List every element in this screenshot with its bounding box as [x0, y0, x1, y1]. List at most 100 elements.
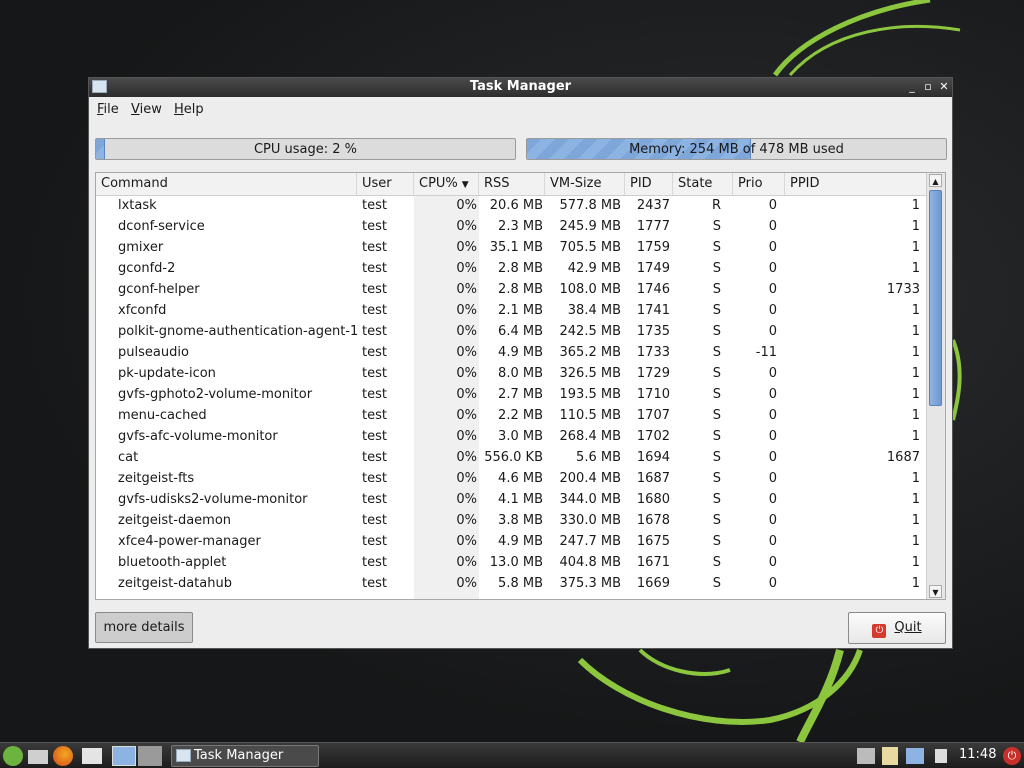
process-rows: lxtask test 0% 20.6 MB 577.8 MB 2437 R 0 1 dconf-… [96, 195, 928, 594]
cell-rss: 5.8 MB [498, 576, 543, 591]
clock[interactable]: 11:48 [959, 747, 996, 762]
table-row[interactable]: gconf-helper test 0% 2.8 MB 108.0 MB 1746 S 0 17… [96, 279, 928, 300]
menu-icon[interactable] [3, 746, 23, 766]
table-row[interactable]: pk-update-icon test 0% 8.0 MB 326.5 MB 1729 S 0… [96, 363, 928, 384]
table-row[interactable]: dconf-service test 0% 2.3 MB 245.9 MB 1777 S 0 1 [96, 216, 928, 237]
cell-state: S [712, 240, 721, 255]
table-row[interactable]: xfconfd test 0% 2.1 MB 38.4 MB 1741 S 0 1 [96, 300, 928, 321]
table-row[interactable]: gvfs-udisks2-volume-monitor test 0% 4.1 MB 3… [96, 489, 928, 510]
cell-cpu: 0% [456, 576, 477, 591]
table-row[interactable]: gconfd-2 test 0% 2.8 MB 42.9 MB 1749 S 0 1 [96, 258, 928, 279]
column-pid[interactable]: PID [625, 173, 673, 195]
table-row[interactable]: bluetooth-applet test 0% 13.0 MB 404.8 MB 167… [96, 552, 928, 573]
table-row[interactable]: menu-cached test 0% 2.2 MB 110.5 MB 1707 S 0 1 [96, 405, 928, 426]
cell-cpu: 0% [456, 387, 477, 402]
scroll-up-icon[interactable]: ▲ [929, 174, 942, 187]
close-button[interactable]: ✕ [937, 79, 951, 95]
cell-command: gvfs-udisks2-volume-monitor [118, 492, 308, 507]
column-user[interactable]: User [357, 173, 414, 195]
screens-icon[interactable] [906, 748, 924, 764]
power-icon[interactable]: ⏻ [1003, 747, 1021, 765]
maximize-button[interactable]: ▫ [921, 79, 935, 95]
title-bar[interactable]: Task Manager _ ▫ ✕ [89, 78, 952, 97]
cell-user: test [362, 429, 387, 444]
cell-ppid: 1 [911, 387, 920, 402]
cell-prio: 0 [768, 261, 777, 276]
table-row[interactable]: gmixer test 0% 35.1 MB 705.5 MB 1759 S 0 1 [96, 237, 928, 258]
menu-help[interactable]: Help [174, 102, 204, 117]
cell-prio: 0 [768, 366, 777, 381]
vertical-scrollbar[interactable]: ▲ ▼ [926, 173, 945, 599]
cell-prio: 0 [768, 282, 777, 297]
minimize-button[interactable]: _ [905, 79, 919, 95]
scrollbar-thumb[interactable] [929, 190, 942, 406]
cell-user: test [362, 261, 387, 276]
cell-cpu: 0% [456, 555, 477, 570]
column-rss[interactable]: RSS [479, 173, 545, 195]
cell-ppid: 1733 [886, 282, 920, 297]
cell-ppid: 1687 [886, 450, 920, 465]
column-vmsize[interactable]: VM-Size [545, 173, 625, 195]
table-row[interactable]: xfce4-power-manager test 0% 4.9 MB 247.7 MB 1… [96, 531, 928, 552]
cell-ppid: 1 [911, 555, 920, 570]
cell-ppid: 1 [911, 429, 920, 444]
column-prio[interactable]: Prio [733, 173, 785, 195]
table-row[interactable]: pulseaudio test 0% 4.9 MB 365.2 MB 1733 S -11 1 [96, 342, 928, 363]
menu-view[interactable]: View [131, 102, 162, 117]
cell-cpu: 0% [456, 198, 477, 213]
cell-cpu: 0% [456, 408, 477, 423]
sort-descending-icon: ▼ [461, 180, 469, 190]
cell-command: gvfs-afc-volume-monitor [118, 429, 278, 444]
cell-state: S [712, 303, 721, 318]
cell-user: test [362, 198, 387, 213]
firefox-icon[interactable] [53, 746, 73, 766]
table-row[interactable]: gvfs-afc-volume-monitor test 0% 3.0 MB 268.4… [96, 426, 928, 447]
cell-command: dconf-service [118, 219, 205, 234]
column-command[interactable]: Command [96, 173, 357, 195]
cell-user: test [362, 219, 387, 234]
scroll-down-icon[interactable]: ▼ [929, 585, 942, 598]
table-row[interactable]: zeitgeist-daemon test 0% 3.8 MB 330.0 MB 1678… [96, 510, 928, 531]
column-state[interactable]: State [673, 173, 733, 195]
blank-icon[interactable] [138, 746, 162, 766]
cell-user: test [362, 408, 387, 423]
table-row[interactable]: cat test 0% 556.0 KB 5.6 MB 1694 S 0 1687 [96, 447, 928, 468]
cell-pid: 1678 [636, 513, 670, 528]
cell-cpu: 0% [456, 471, 477, 486]
table-row[interactable]: lxtask test 0% 20.6 MB 577.8 MB 2437 R 0 1 [96, 195, 928, 216]
cell-ppid: 1 [911, 513, 920, 528]
cell-vmsize: 110.5 MB [559, 408, 621, 423]
cell-prio: 0 [768, 534, 777, 549]
cell-prio: 0 [768, 471, 777, 486]
cell-pid: 1675 [636, 534, 670, 549]
cell-prio: -11 [755, 345, 777, 360]
cell-state: S [712, 534, 721, 549]
cell-command: cat [118, 450, 139, 465]
cell-state: S [712, 408, 721, 423]
windows-icon[interactable] [82, 748, 102, 764]
more-details-button[interactable]: more details [95, 612, 193, 643]
cell-rss: 6.4 MB [498, 324, 543, 339]
cell-vmsize: 365.2 MB [559, 345, 621, 360]
cell-user: test [362, 534, 387, 549]
column-ppid[interactable]: PPID [785, 173, 928, 195]
table-row[interactable]: gvfs-gphoto2-volume-monitor test 0% 2.7 MB 1… [96, 384, 928, 405]
quit-button[interactable]: ⏻ Quit [848, 612, 946, 644]
cell-user: test [362, 240, 387, 255]
network-icon[interactable] [857, 748, 875, 764]
column-cpu[interactable]: CPU% ▼ [414, 173, 479, 195]
volume-icon[interactable] [935, 749, 947, 763]
cell-prio: 0 [768, 198, 777, 213]
clipboard-icon[interactable] [882, 747, 898, 765]
taskbar-task-manager[interactable]: Task Manager [171, 745, 319, 767]
desktop-icon[interactable] [112, 746, 136, 766]
menu-file[interactable]: File [97, 102, 119, 117]
cell-ppid: 1 [911, 219, 920, 234]
cell-command: xfconfd [118, 303, 167, 318]
cell-ppid: 1 [911, 471, 920, 486]
table-row[interactable]: zeitgeist-fts test 0% 4.6 MB 200.4 MB 1687 S 0 1 [96, 468, 928, 489]
table-row[interactable]: polkit-gnome-authentication-agent-1 test 0… [96, 321, 928, 342]
cell-pid: 1733 [636, 345, 670, 360]
table-row[interactable]: zeitgeist-datahub test 0% 5.8 MB 375.3 MB 166… [96, 573, 928, 594]
folder-icon[interactable] [28, 750, 48, 764]
